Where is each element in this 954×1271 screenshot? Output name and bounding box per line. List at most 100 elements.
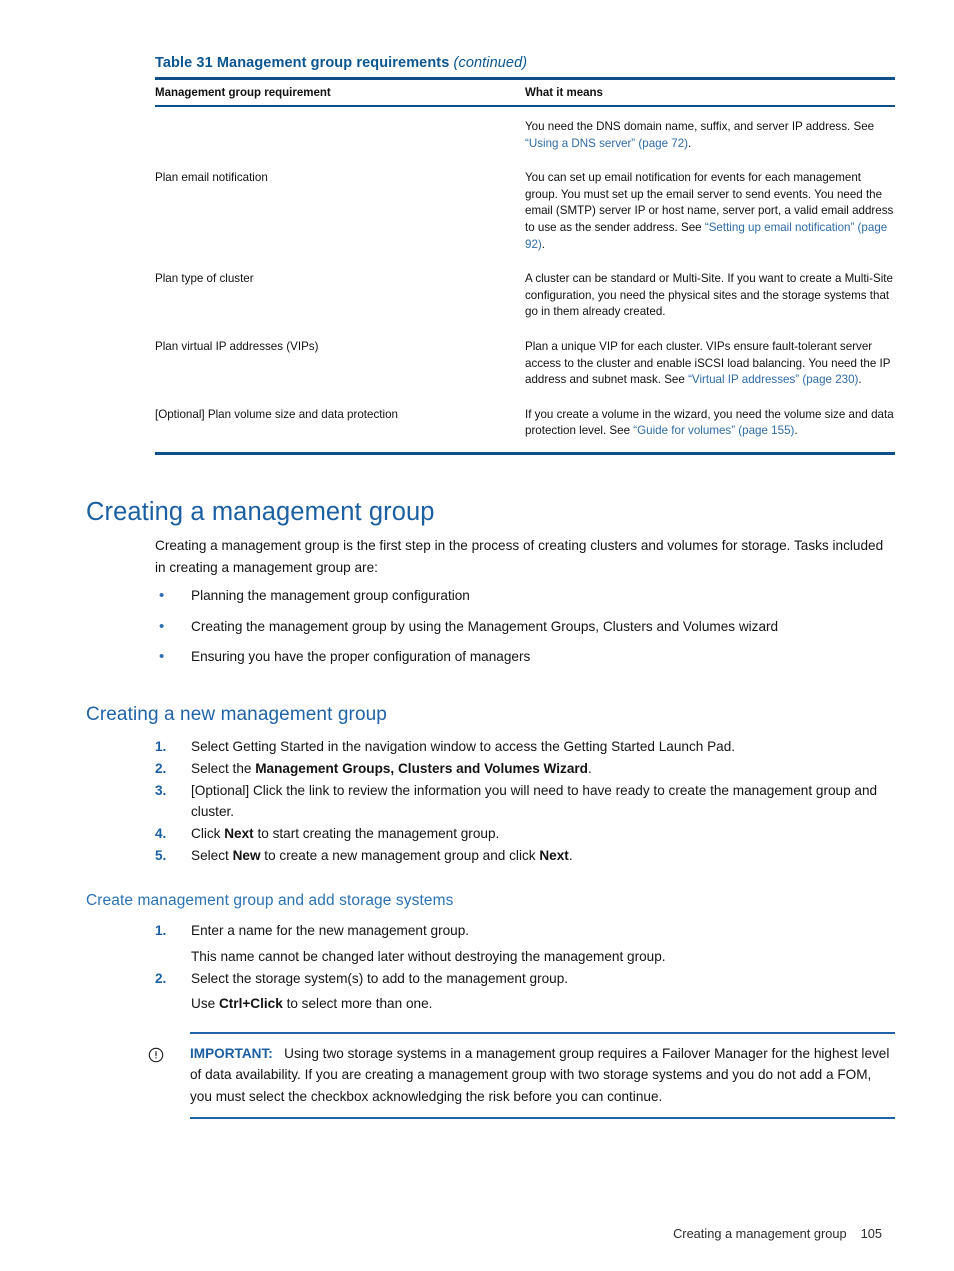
step-number: 1. <box>155 739 167 754</box>
text-run: This name cannot be changed later withou… <box>191 948 666 964</box>
numbered-list-item: 2. Select the Management Groups, Clusters… <box>155 758 915 780</box>
list-item: • Creating the management group by using … <box>155 616 895 638</box>
text-run: [Optional] Click the link to review the … <box>191 782 878 820</box>
numbered-list-item: 3. [Optional] Click the link to review th… <box>155 780 915 824</box>
cross-reference-link[interactable]: “Virtual IP addresses” (page 230) <box>688 373 858 386</box>
step-number: 2. <box>155 970 167 986</box>
step-number: 3. <box>155 782 167 798</box>
footer-chapter: Creating a management group <box>673 1226 847 1241</box>
table-row: You need the DNS domain name, suffix, an… <box>155 107 895 160</box>
table-body: You need the DNS domain name, suffix, an… <box>155 107 895 452</box>
numbered-list-item: 1. Select Getting Started in the navigati… <box>155 736 915 758</box>
intro-paragraph: Creating a management group is the first… <box>155 538 884 575</box>
table-row: Plan type of cluster A cluster can be sta… <box>155 261 895 329</box>
bullet-dot-icon: • <box>159 617 165 635</box>
text-run: to start creating the management group. <box>253 826 500 842</box>
table-cell-meaning: Plan a unique VIP for each cluster. VIPs… <box>525 339 895 389</box>
page-title: Creating a management group <box>86 498 435 526</box>
table-cell-requirement: [Optional] Plan volume size and data pro… <box>155 407 398 421</box>
page-footer: Creating a management group 105 <box>673 1226 882 1241</box>
table-cell-meaning: A cluster can be standard or Multi-Site.… <box>525 271 895 321</box>
note-label: IMPORTANT: <box>190 1045 273 1061</box>
step-text: Select the Management Groups, Clusters a… <box>191 758 915 780</box>
emphasis-text: Next <box>224 826 254 842</box>
text-run: Use <box>191 996 219 1012</box>
text-run: to create a new management group and cli… <box>260 847 540 863</box>
table-header-row: Management group requirement What it mea… <box>155 80 895 105</box>
numbered-list-item: 4. Click Next to start creating the manag… <box>155 823 915 845</box>
step-text: Click Next to start creating the managem… <box>191 823 915 845</box>
step-number: 2. <box>155 760 167 776</box>
table-caption: Table 31 Management group requirements (… <box>155 55 895 71</box>
text-run: . <box>858 373 862 387</box>
table-cell-meaning: If you create a volume in the wizard, yo… <box>525 407 895 440</box>
text-run: . <box>541 237 545 251</box>
text-run: A cluster can be standard or Multi-Site.… <box>525 272 893 319</box>
step-number: 4. <box>155 826 167 842</box>
cross-reference-link[interactable]: “Guide for volumes” (page 155) <box>633 424 794 437</box>
emphasis-text: Next <box>539 847 569 863</box>
list-item-label: Ensuring you have the proper configurati… <box>191 649 531 664</box>
list-item-label: Planning the management group configurat… <box>191 588 470 603</box>
step-text: Select the storage system(s) to add to t… <box>191 968 915 990</box>
table-cell-requirement: Plan virtual IP addresses (VIPs) <box>155 339 319 353</box>
table-header-requirement: Management group requirement <box>155 87 331 99</box>
numbered-list-item: 2. Select the storage system(s) to add to… <box>155 968 915 1016</box>
table-bottom-rule <box>155 451 895 455</box>
tasks-bullet-list: • Planning the management group configura… <box>155 585 895 677</box>
note-text: Using two storage systems in a managemen… <box>190 1045 890 1105</box>
cross-reference-link[interactable]: “Using a DNS server” (page 72) <box>525 137 688 150</box>
important-circle-exclamation-icon <box>148 1047 164 1062</box>
text-run: Select <box>191 847 233 863</box>
text-run: . <box>688 136 692 150</box>
text-run: Click <box>191 826 225 842</box>
text-run: . <box>794 424 798 438</box>
text-run: Select Getting Started in the navigation… <box>191 739 736 754</box>
footer-page-number: 105 <box>860 1226 882 1241</box>
text-run: . <box>587 760 592 776</box>
table-header-meaning: What it means <box>525 87 603 99</box>
creating-new-group-steps: 1. Select Getting Started in the navigati… <box>155 736 915 867</box>
emphasis-text: Management Groups, Clusters and Volumes … <box>255 760 588 776</box>
list-item: • Ensuring you have the proper configurat… <box>155 646 895 668</box>
list-item: • Planning the management group configura… <box>155 585 895 607</box>
table-caption-continued: (continued) <box>453 55 528 71</box>
section-heading-create-group-add-systems: Create management group and add storage … <box>86 892 454 909</box>
important-note: IMPORTANT: Using two storage systems in … <box>148 1032 895 1119</box>
table-cell-requirement: Plan type of cluster <box>155 272 254 286</box>
text-run: Select the <box>191 760 256 776</box>
step-number: 1. <box>155 923 167 938</box>
step-text: Enter a name for the new management grou… <box>191 920 915 942</box>
emphasis-text: New <box>232 847 261 863</box>
text-run: You need the DNS domain name, suffix, an… <box>525 120 875 133</box>
table-row: Plan email notification You can set up em… <box>155 160 895 261</box>
step-subtext: Use Ctrl+Click to select more than one. <box>191 993 915 1015</box>
text-run: Select the storage system(s) to add to t… <box>191 970 569 986</box>
requirements-table: Table 31 Management group requirements (… <box>155 55 895 455</box>
emphasis-text: Ctrl+Click <box>218 996 283 1012</box>
table-cell-meaning: You can set up email notification for ev… <box>525 170 895 253</box>
table-cell-requirement: Plan email notification <box>155 171 268 185</box>
table-caption-main: Table 31 Management group requirements <box>155 55 450 71</box>
document-page: Table 31 Management group requirements (… <box>0 0 954 1271</box>
note-body: IMPORTANT: Using two storage systems in … <box>190 1043 895 1108</box>
text-run: . <box>568 847 573 863</box>
numbered-list-item: 1. Enter a name for the new management gr… <box>155 920 915 968</box>
create-group-add-systems-steps: 1. Enter a name for the new management gr… <box>155 920 915 1015</box>
table-row: Plan virtual IP addresses (VIPs) Plan a u… <box>155 329 895 397</box>
step-number: 5. <box>155 847 167 863</box>
step-text: Select Getting Started in the navigation… <box>191 736 915 758</box>
table-cell-meaning: You need the DNS domain name, suffix, an… <box>525 119 895 152</box>
bullet-dot-icon: • <box>159 648 165 665</box>
table-row: [Optional] Plan volume size and data pro… <box>155 397 895 452</box>
note-bottom-rule <box>190 1116 895 1119</box>
text-run: Enter a name for the new management grou… <box>191 923 470 938</box>
step-text: Select New to create a new management gr… <box>191 845 915 867</box>
section-heading-creating-new-group: Creating a new management group <box>86 704 387 725</box>
text-run: to select more than one. <box>282 996 433 1012</box>
numbered-list-item: 5. Select New to create a new management … <box>155 845 915 867</box>
list-item-label: Creating the management group by using t… <box>191 618 779 634</box>
bullet-dot-icon: • <box>159 587 165 604</box>
step-text: [Optional] Click the link to review the … <box>191 780 915 824</box>
step-subtext: This name cannot be changed later withou… <box>191 946 915 968</box>
